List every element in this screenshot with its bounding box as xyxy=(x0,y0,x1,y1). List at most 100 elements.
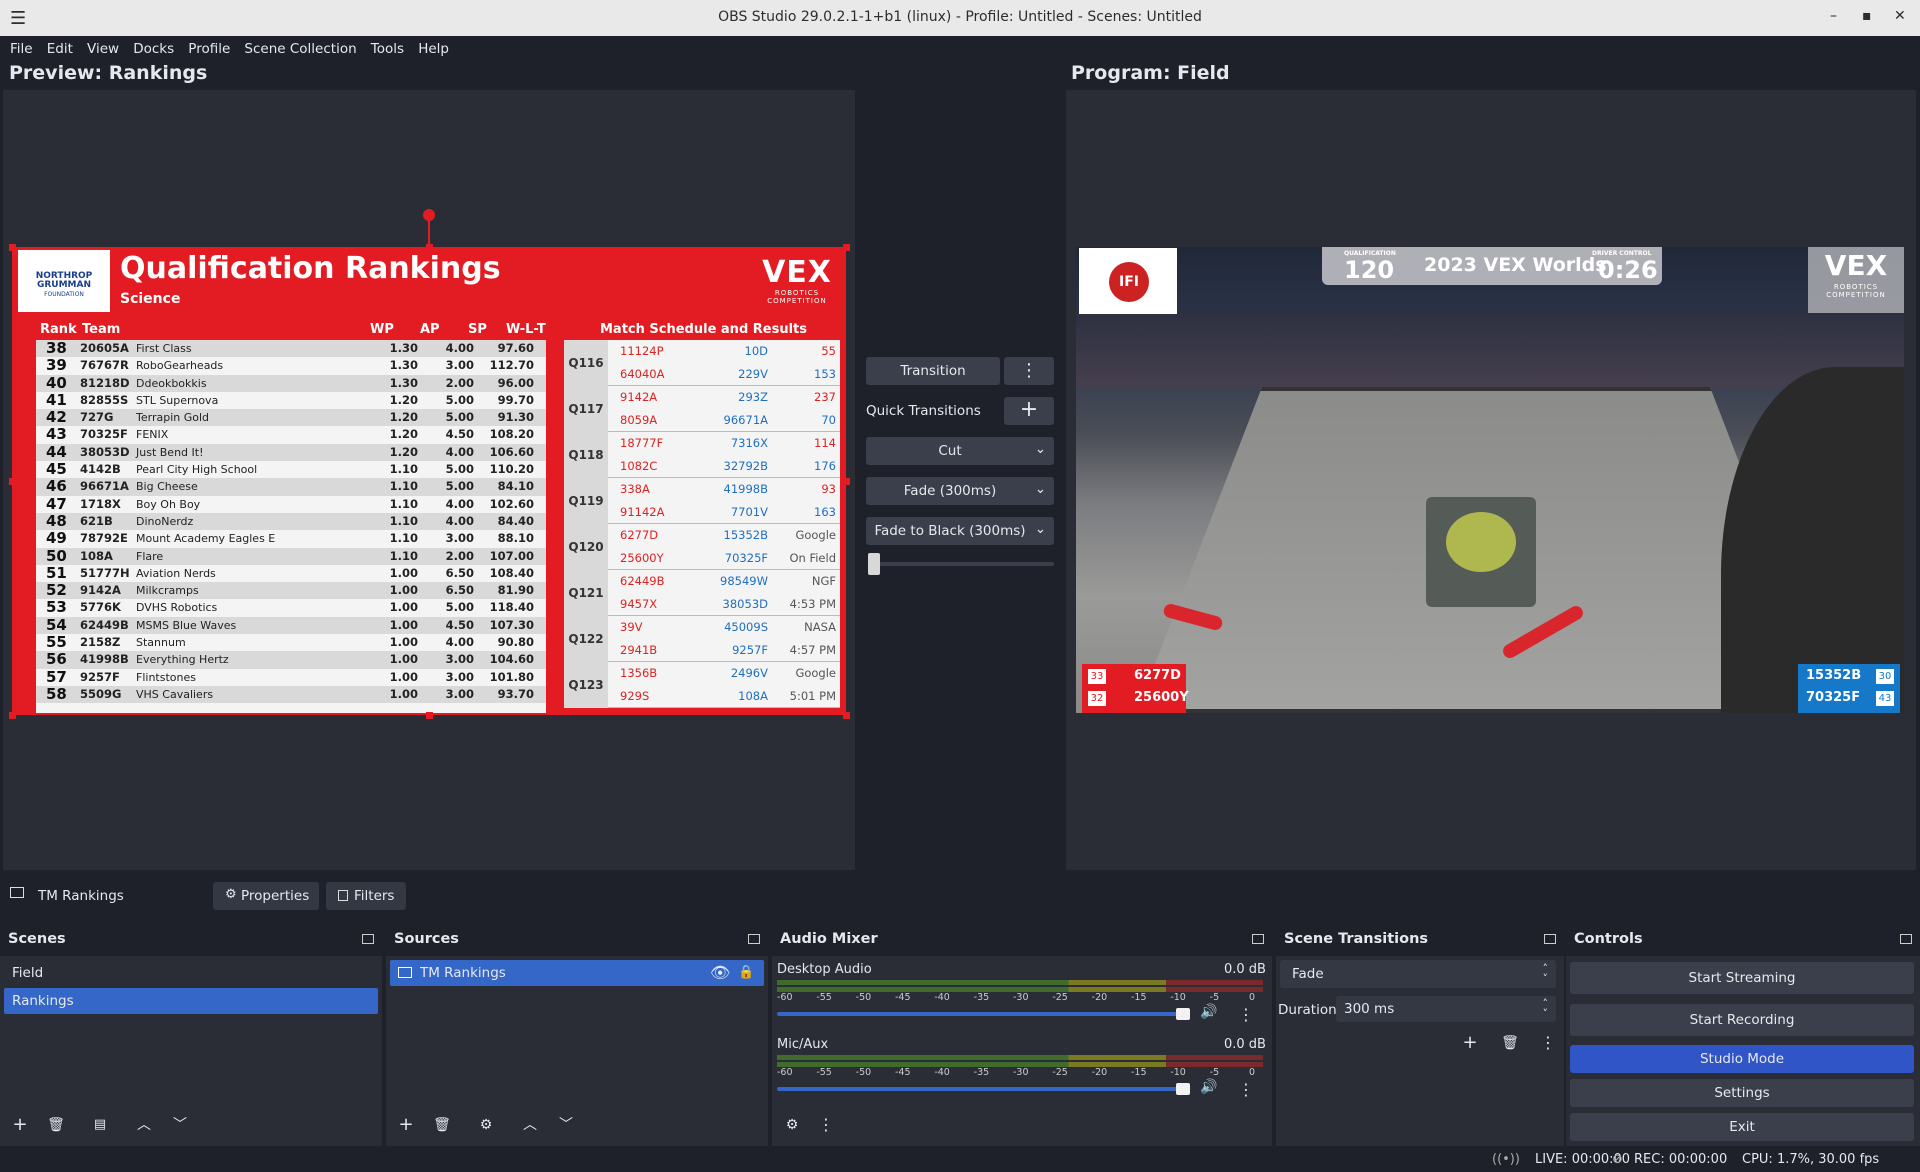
undock-icon[interactable] xyxy=(1900,934,1912,944)
rankings-scene[interactable]: NORTHROP GRUMMAN FOUNDATION Qualification… xyxy=(12,247,846,715)
resize-handle-l[interactable] xyxy=(9,478,16,485)
scene-filters-icon[interactable]: ▤ xyxy=(86,1112,114,1138)
speaker-icon[interactable]: 🔊 xyxy=(1200,1079,1217,1095)
add-transition-button[interactable]: + xyxy=(1456,1030,1484,1056)
channel-menu-icon[interactable]: ⋮ xyxy=(1232,1002,1260,1028)
vex-logo-text: VEX xyxy=(1824,249,1888,282)
field-scene: IFI QUALIFICATION 120 2023 VEX Worlds DR… xyxy=(1076,247,1904,713)
red-team: 338A xyxy=(620,482,650,496)
transition-type-select[interactable]: Fade ˄ ˅ xyxy=(1280,960,1556,988)
transition-menu-icon[interactable]: ⋮ xyxy=(1534,1030,1562,1056)
properties-button[interactable]: ⚙ Properties xyxy=(213,882,319,910)
rotation-handle[interactable] xyxy=(423,209,435,221)
start-streaming-button[interactable]: Start Streaming xyxy=(1570,962,1914,994)
ranking-row: 3820605AFirst Class1.304.0097.605-5-0 xyxy=(36,340,546,358)
ranking-name: First Class xyxy=(136,342,192,355)
col-sp: SP xyxy=(468,322,487,337)
start-recording-button[interactable]: Start Recording xyxy=(1570,1004,1914,1036)
maximize-button[interactable]: ▪ xyxy=(1862,8,1872,24)
transition-button[interactable]: Transition xyxy=(866,357,1000,385)
ranking-wp: 1.10 xyxy=(389,496,418,511)
meter-tick-label: -40 xyxy=(934,992,950,1003)
undock-icon[interactable] xyxy=(1252,934,1264,944)
blue-team: 32792B xyxy=(723,459,768,473)
menu-file[interactable]: File xyxy=(10,36,33,62)
undock-icon[interactable] xyxy=(748,934,760,944)
duration-spinbox[interactable]: 300 ms ˄ ˅ xyxy=(1336,996,1556,1022)
studio-mode-button[interactable]: Studio Mode xyxy=(1570,1045,1914,1073)
volume-slider-handle[interactable] xyxy=(1176,1083,1190,1095)
eye-icon[interactable]: 👁 xyxy=(710,960,730,986)
quick-transition-cut[interactable]: Cut ⌄ xyxy=(866,437,1054,465)
ranking-name: STL Supernova xyxy=(136,393,219,407)
crowd-background xyxy=(1076,307,1904,387)
chevron-down-icon[interactable]: ﹀ xyxy=(166,1112,194,1138)
menu-tools[interactable]: Tools xyxy=(371,36,404,62)
volume-slider[interactable] xyxy=(777,1087,1189,1091)
chevron-down-icon[interactable]: ﹀ xyxy=(552,1112,580,1138)
ranking-rank: 39 xyxy=(46,356,67,375)
menu-help[interactable]: Help xyxy=(418,36,449,62)
ranking-name: Boy Oh Boy xyxy=(136,497,201,511)
menu-view[interactable]: View xyxy=(87,36,119,62)
undock-icon[interactable] xyxy=(1544,934,1556,944)
resize-handle-r[interactable] xyxy=(843,478,850,485)
resize-handle-bl[interactable] xyxy=(9,712,16,719)
red-team: 25600Y xyxy=(620,551,664,565)
trash-icon[interactable]: 🗑 xyxy=(428,1112,456,1138)
resize-handle-tl[interactable] xyxy=(9,244,16,251)
tbar-track[interactable] xyxy=(868,562,1054,566)
filters-button[interactable]: Filters xyxy=(326,882,406,910)
quick-transition-fade[interactable]: Fade (300ms) ⌄ xyxy=(866,477,1054,505)
quick-transition-fade-black[interactable]: Fade to Black (300ms) ⌄ xyxy=(866,517,1054,545)
volume-slider-handle[interactable] xyxy=(1176,1008,1190,1020)
speaker-icon[interactable]: 🔊 xyxy=(1200,1004,1217,1020)
match-score: 4:53 PM xyxy=(789,597,836,611)
minimize-button[interactable]: – xyxy=(1830,8,1837,24)
settings-button[interactable]: Settings xyxy=(1570,1079,1914,1107)
advanced-audio-gear-icon[interactable]: ⚙ xyxy=(778,1112,806,1138)
scene-item-rankings[interactable]: Rankings xyxy=(4,988,378,1014)
filter-icon xyxy=(338,890,348,901)
add-quick-transition-button[interactable]: + xyxy=(1004,397,1054,425)
resize-handle-t[interactable] xyxy=(426,244,433,251)
meter-tick-label: -50 xyxy=(855,992,872,1003)
resize-handle-b[interactable] xyxy=(426,712,433,719)
channel-menu-icon[interactable]: ⋮ xyxy=(1232,1077,1260,1103)
trash-icon[interactable]: 🗑 xyxy=(1496,1030,1524,1056)
trash-icon[interactable]: 🗑 xyxy=(42,1112,70,1138)
undock-icon[interactable] xyxy=(362,934,374,944)
close-button[interactable]: ✕ xyxy=(1894,8,1906,24)
menu-profile[interactable]: Profile xyxy=(188,36,230,62)
audio-mixer-title-text: Audio Mixer xyxy=(780,931,878,947)
ranking-row: 471718XBoy Oh Boy1.104.00102.605-5-0 xyxy=(36,495,546,513)
sources-title: Sources xyxy=(386,922,768,956)
chevron-up-icon[interactable]: ︿ xyxy=(130,1112,158,1138)
blue-team: 41998B xyxy=(723,482,768,496)
exit-button[interactable]: Exit xyxy=(1570,1113,1914,1141)
resize-handle-tr[interactable] xyxy=(843,244,850,251)
menu-docks[interactable]: Docks xyxy=(133,36,174,62)
gear-icon[interactable]: ⚙ xyxy=(472,1112,500,1138)
blue-team: 229V xyxy=(738,367,768,381)
menu-edit[interactable]: Edit xyxy=(47,36,73,62)
ranking-wp: 1.00 xyxy=(389,669,418,684)
add-scene-button[interactable]: + xyxy=(6,1112,34,1138)
match-score: 55 xyxy=(821,344,836,358)
scene-item-field[interactable]: Field xyxy=(4,960,378,986)
mixer-menu-icon[interactable]: ⋮ xyxy=(812,1112,840,1138)
lock-icon[interactable]: 🔒 xyxy=(738,960,754,986)
menu-scene-collection[interactable]: Scene Collection xyxy=(244,36,356,62)
red-team: 91142A xyxy=(620,505,665,519)
transition-menu-button[interactable]: ⋮ xyxy=(1004,357,1054,385)
ranking-ap: 2.00 xyxy=(445,548,474,563)
ranking-name: DVHS Robotics xyxy=(136,601,218,615)
ranking-row: 48621BDinoNerdz1.104.0084.405-5-0 xyxy=(36,512,546,531)
add-source-button[interactable]: + xyxy=(392,1112,420,1138)
volume-slider[interactable] xyxy=(777,1012,1189,1016)
source-item-tm-rankings[interactable]: TM Rankings 👁 🔒 xyxy=(390,960,764,986)
rankings-table: 3820605AFirst Class1.304.0097.605-5-0397… xyxy=(36,340,546,715)
resize-handle-br[interactable] xyxy=(843,712,850,719)
chevron-up-icon[interactable]: ︿ xyxy=(516,1112,544,1138)
tbar-handle[interactable] xyxy=(868,553,880,575)
